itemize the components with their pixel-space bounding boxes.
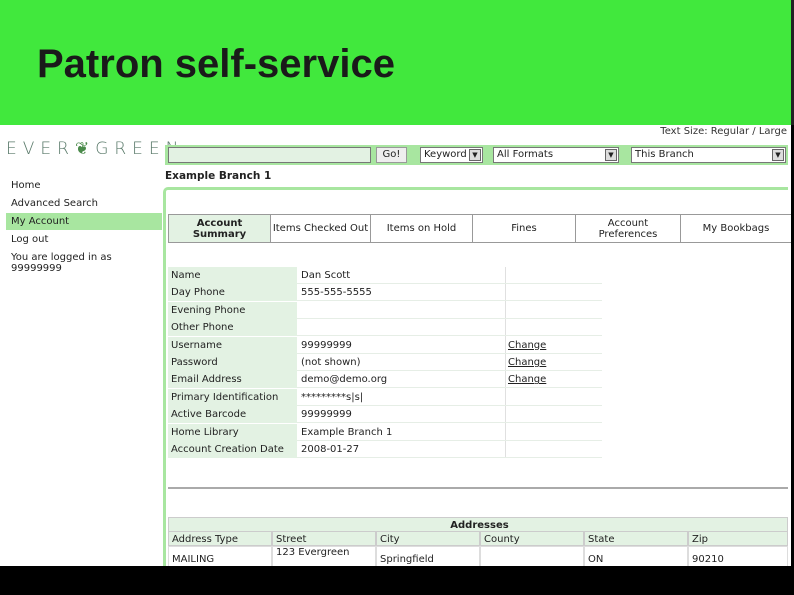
column-header: Zip [688, 531, 788, 546]
sidebar-item-home[interactable]: Home [6, 177, 162, 194]
info-label: Day Phone [168, 284, 297, 302]
logged-in-user: 99999999 [11, 263, 62, 274]
info-label: Name [168, 267, 297, 284]
change-link[interactable]: Change [508, 337, 546, 354]
info-value: 99999999 [301, 339, 352, 351]
info-row: Home Library Example Branch 1 [168, 423, 602, 441]
column-header: Street [272, 531, 376, 546]
info-label: Account Creation Date [168, 441, 297, 458]
info-value: demo@demo.org [301, 374, 388, 386]
info-label: Other Phone [168, 319, 297, 337]
info-value: Example Branch 1 [301, 426, 393, 438]
info-row: Active Barcode 99999999 [168, 406, 602, 424]
info-row: Password (not shown) Change [168, 354, 602, 371]
tab-my-bookbags[interactable]: My Bookbags [680, 214, 791, 243]
logged-in-label: You are logged in as [11, 252, 112, 263]
select-value: This Branch [635, 149, 694, 160]
chevron-down-icon: ▼ [469, 149, 481, 161]
address-cell: ON [584, 546, 688, 566]
addresses-title: Addresses [168, 517, 788, 532]
info-label: Password [168, 354, 297, 371]
info-label: Primary Identification [168, 388, 297, 406]
info-row: Email Address demo@demo.org Change [168, 371, 602, 389]
info-row: Day Phone 555-555-5555 [168, 284, 602, 302]
logged-in-status: You are logged in as 99999999 [11, 252, 112, 274]
sidebar-item-advanced-search[interactable]: Advanced Search [6, 195, 162, 212]
info-value: 99999999 [301, 409, 352, 421]
address-cell: Springfield [376, 546, 480, 566]
tab-account-preferences[interactable]: Account Preferences [575, 214, 681, 243]
info-label: Evening Phone [168, 301, 297, 319]
change-link[interactable]: Change [508, 371, 546, 388]
info-label: Username [168, 336, 297, 354]
scope-select[interactable]: This Branch ▼ [631, 147, 786, 163]
address-cell: MAILING [168, 546, 272, 566]
info-row: Name Dan Scott [168, 267, 602, 284]
address-cell [480, 546, 584, 566]
info-label: Active Barcode [168, 406, 297, 424]
address-cell: 123 Evergreen [272, 546, 376, 566]
sidebar-item-log-out[interactable]: Log out [6, 231, 162, 248]
go-button[interactable]: Go! [376, 147, 407, 163]
format-select[interactable]: All Formats ▼ [493, 147, 619, 163]
text-size-links[interactable]: Text Size: Regular / Large [660, 126, 787, 137]
column-header: City [376, 531, 480, 546]
sidebar-item-my-account[interactable]: My Account [6, 213, 162, 230]
select-value: Keyword [424, 149, 467, 160]
search-bar: Go! Keyword ▼ All Formats ▼ This Branch ▼ [165, 145, 788, 165]
tab-account-summary[interactable]: Account Summary [168, 214, 271, 243]
evergreen-logo: EVER❦GREEN [6, 139, 185, 159]
chevron-down-icon: ▼ [772, 149, 784, 161]
tab-items-on-hold[interactable]: Items on Hold [370, 214, 473, 243]
info-row: Evening Phone [168, 301, 602, 319]
info-value: 555-555-5555 [301, 287, 372, 299]
address-cell: 90210 [688, 546, 788, 566]
column-header: Address Type [168, 531, 272, 546]
change-link[interactable]: Change [508, 354, 546, 371]
divider [168, 487, 788, 489]
info-value: (not shown) [301, 357, 361, 368]
opac-page: EVER❦GREEN Text Size: Regular / Large Go… [0, 125, 791, 566]
search-type-select[interactable]: Keyword ▼ [420, 147, 483, 163]
column-header: County [480, 531, 584, 546]
info-label: Home Library [168, 423, 297, 441]
select-value: All Formats [497, 149, 554, 160]
info-row: Other Phone [168, 319, 602, 337]
tab-items-checked-out[interactable]: Items Checked Out [270, 214, 371, 243]
info-value: *********s|s| [301, 391, 364, 403]
info-row: Primary Identification *********s|s| [168, 388, 602, 406]
slide-banner: Patron self-service [0, 0, 794, 125]
info-row: Username 99999999 Change [168, 336, 602, 354]
slide-title: Patron self-service [37, 42, 395, 86]
info-value: Dan Scott [301, 270, 351, 281]
chevron-down-icon: ▼ [605, 149, 617, 161]
branch-name: Example Branch 1 [165, 170, 272, 182]
column-header: State [584, 531, 688, 546]
info-row: Account Creation Date 2008-01-27 [168, 441, 602, 458]
search-input[interactable] [168, 147, 371, 163]
tab-fines[interactable]: Fines [472, 214, 576, 243]
info-value: 2008-01-27 [301, 444, 360, 455]
info-label: Email Address [168, 371, 297, 389]
